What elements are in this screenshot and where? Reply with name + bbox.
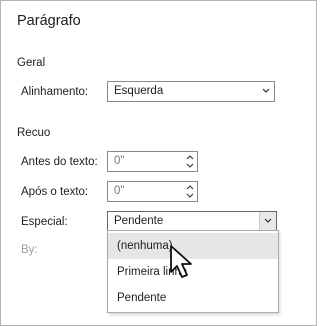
- spinner-arrows-icon[interactable]: [185, 183, 195, 200]
- dialog-title: Parágrafo: [17, 13, 81, 29]
- paragraph-dialog: Parágrafo Geral Alinhamento: Esquerda Re…: [0, 0, 317, 326]
- special-label: Especial:: [21, 216, 68, 228]
- before-text-label: Antes do texto:: [21, 156, 98, 168]
- by-label: By:: [21, 244, 38, 256]
- spinner-arrows-icon[interactable]: [185, 153, 195, 170]
- after-text-label: Após o texto:: [21, 186, 89, 198]
- alignment-value: Esquerda: [114, 85, 164, 97]
- after-text-value: 0": [114, 185, 125, 197]
- chevron-down-icon: [264, 218, 272, 223]
- alignment-select[interactable]: Esquerda: [107, 81, 275, 102]
- alignment-label: Alinhamento:: [21, 86, 89, 98]
- special-value: Pendente: [114, 215, 164, 227]
- general-heading: Geral: [17, 57, 46, 69]
- mouse-pointer-icon: [170, 245, 192, 278]
- special-select[interactable]: Pendente: [107, 211, 277, 232]
- after-text-input[interactable]: 0": [107, 181, 198, 202]
- indent-heading: Recuo: [17, 127, 51, 139]
- option-hanging[interactable]: Pendente: [108, 285, 278, 311]
- before-text-value: 0": [114, 155, 125, 167]
- chevron-down-icon: [262, 88, 270, 93]
- before-text-input[interactable]: 0": [107, 151, 198, 172]
- special-dropdown-button[interactable]: [259, 212, 276, 231]
